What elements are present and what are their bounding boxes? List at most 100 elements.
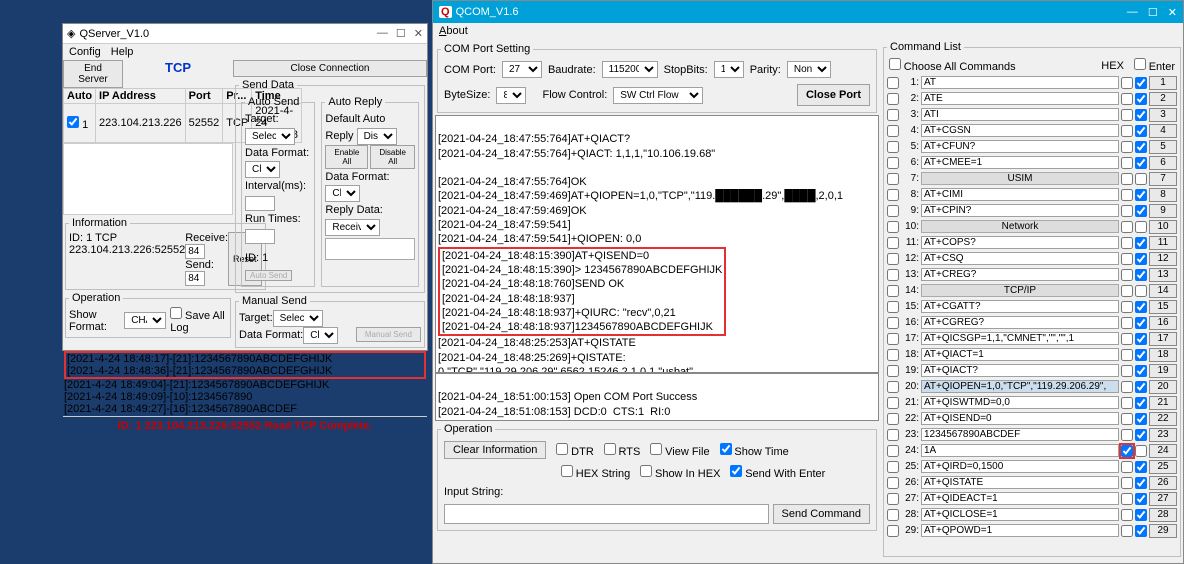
- cmd-send-button[interactable]: 9: [1149, 204, 1177, 218]
- comport-select[interactable]: 27: [502, 61, 542, 78]
- cmd-send-button[interactable]: 29: [1149, 524, 1177, 538]
- cmd-hex-check[interactable]: [1121, 413, 1133, 425]
- cmd-check[interactable]: [887, 365, 899, 377]
- cmd-hex-check[interactable]: [1121, 253, 1133, 265]
- close-icon[interactable]: ✕: [414, 27, 423, 40]
- menu-about[interactable]: AAboutbout: [439, 25, 468, 37]
- cmd-hex-check[interactable]: [1121, 77, 1133, 89]
- cmd-send-button[interactable]: 13: [1149, 268, 1177, 282]
- viewfile-check[interactable]: [650, 443, 662, 455]
- cmd-send-button[interactable]: 12: [1149, 252, 1177, 266]
- reply-format-select[interactable]: Char: [325, 185, 360, 202]
- close-port-button[interactable]: Close Port: [797, 84, 870, 106]
- cmd-enter-check[interactable]: [1135, 205, 1147, 217]
- cmd-send-button[interactable]: 23: [1149, 428, 1177, 442]
- runtimes-input[interactable]: [245, 229, 275, 244]
- cmd-hex-check[interactable]: [1121, 141, 1133, 153]
- cmd-hex-check[interactable]: [1121, 333, 1133, 345]
- cmd-enter-check[interactable]: [1135, 445, 1147, 457]
- cmd-check[interactable]: [887, 237, 899, 249]
- cmd-send-button[interactable]: 8: [1149, 188, 1177, 202]
- cmd-hex-check[interactable]: [1121, 173, 1133, 185]
- cmd-text[interactable]: [921, 300, 1119, 313]
- cmd-text[interactable]: [921, 492, 1119, 505]
- cmd-hex-check[interactable]: [1121, 317, 1133, 329]
- cmd-enter-check[interactable]: [1135, 365, 1147, 377]
- cmd-enter-check[interactable]: [1135, 349, 1147, 361]
- show-format-select[interactable]: CHAB: [124, 312, 166, 329]
- manual-format[interactable]: Char: [303, 327, 338, 344]
- cmd-hex-check[interactable]: [1121, 125, 1133, 137]
- manual-send-button[interactable]: Manual Send: [356, 327, 421, 342]
- cmd-enter-check[interactable]: [1135, 237, 1147, 249]
- cmd-check[interactable]: [887, 285, 899, 297]
- cmd-check[interactable]: [887, 445, 899, 457]
- cmd-text[interactable]: [921, 476, 1119, 489]
- cmd-check[interactable]: [887, 157, 899, 169]
- cmd-text[interactable]: [921, 76, 1119, 89]
- cmd-check[interactable]: [887, 509, 899, 521]
- cmd-hex-check[interactable]: [1121, 493, 1133, 505]
- dtr-check[interactable]: [556, 443, 568, 455]
- cmd-send-button[interactable]: 4: [1149, 124, 1177, 138]
- cmd-enter-check[interactable]: [1135, 301, 1147, 313]
- cmd-enter-check[interactable]: [1135, 253, 1147, 265]
- choose-all-check[interactable]: [889, 58, 901, 70]
- cmd-check[interactable]: [887, 173, 899, 185]
- row-check[interactable]: [67, 116, 79, 128]
- reply-data-select[interactable]: Received Data: [325, 219, 380, 236]
- cmd-hex-check[interactable]: [1121, 237, 1133, 249]
- cmd-enter-check[interactable]: [1135, 157, 1147, 169]
- cmd-enter-check[interactable]: [1135, 493, 1147, 505]
- input-string-field[interactable]: [444, 504, 769, 524]
- cmd-enter-check[interactable]: [1135, 381, 1147, 393]
- cmd-hex-check[interactable]: [1121, 189, 1133, 201]
- hexstring-check[interactable]: [561, 465, 573, 477]
- cmd-enter-check[interactable]: [1135, 285, 1147, 297]
- cmd-text[interactable]: [921, 508, 1119, 521]
- cmd-text[interactable]: [921, 380, 1119, 393]
- cmd-hex-check[interactable]: [1121, 429, 1133, 441]
- cmd-enter-check[interactable]: [1135, 221, 1147, 233]
- cmd-hex-check[interactable]: [1121, 477, 1133, 489]
- rts-check[interactable]: [604, 443, 616, 455]
- cmd-text[interactable]: [921, 524, 1119, 537]
- sendwithenter-check[interactable]: [730, 465, 742, 477]
- baud-select[interactable]: 115200: [602, 61, 658, 78]
- cmd-check[interactable]: [887, 301, 899, 313]
- cmd-enter-check[interactable]: [1135, 477, 1147, 489]
- qcom-titlebar[interactable]: Q QCOM_V1.6 — ☐ ✕: [433, 1, 1183, 23]
- showinhex-check[interactable]: [640, 465, 652, 477]
- cmd-check[interactable]: [887, 221, 899, 233]
- cmd-hex-check[interactable]: [1121, 157, 1133, 169]
- cmd-text[interactable]: [921, 444, 1119, 457]
- close-icon[interactable]: ✕: [1168, 6, 1177, 19]
- save-log-check[interactable]: [170, 307, 182, 319]
- cmd-send-button[interactable]: 15: [1149, 300, 1177, 314]
- cmd-enter-check[interactable]: [1135, 413, 1147, 425]
- cmd-send-button[interactable]: 18: [1149, 348, 1177, 362]
- cmd-check[interactable]: [887, 205, 899, 217]
- cmd-send-button[interactable]: 27: [1149, 492, 1177, 506]
- cmd-text[interactable]: [921, 332, 1119, 345]
- cmd-check[interactable]: [887, 477, 899, 489]
- cmd-check[interactable]: [887, 125, 899, 137]
- cmd-send-button[interactable]: 28: [1149, 508, 1177, 522]
- cmd-send-button[interactable]: 2: [1149, 92, 1177, 106]
- cmd-enter-check[interactable]: [1135, 429, 1147, 441]
- send-command-button[interactable]: Send Command: [773, 504, 871, 524]
- cmd-send-button[interactable]: 11: [1149, 236, 1177, 250]
- cmd-send-button[interactable]: 24: [1149, 444, 1177, 458]
- cmd-enter-check[interactable]: [1135, 93, 1147, 105]
- enter-all-check[interactable]: [1134, 58, 1146, 70]
- manual-target[interactable]: Select One: [273, 310, 323, 327]
- cmd-text[interactable]: [921, 412, 1119, 425]
- menu-config[interactable]: Config: [69, 46, 101, 58]
- status-log[interactable]: [2021-04-24_18:51:00:153] Open COM Port …: [435, 373, 879, 421]
- cmd-check[interactable]: [887, 269, 899, 281]
- cmd-check[interactable]: [887, 141, 899, 153]
- cmd-check[interactable]: [887, 413, 899, 425]
- cmd-hex-check[interactable]: [1121, 93, 1133, 105]
- cmd-send-button[interactable]: 22: [1149, 412, 1177, 426]
- cmd-text[interactable]: [921, 348, 1119, 361]
